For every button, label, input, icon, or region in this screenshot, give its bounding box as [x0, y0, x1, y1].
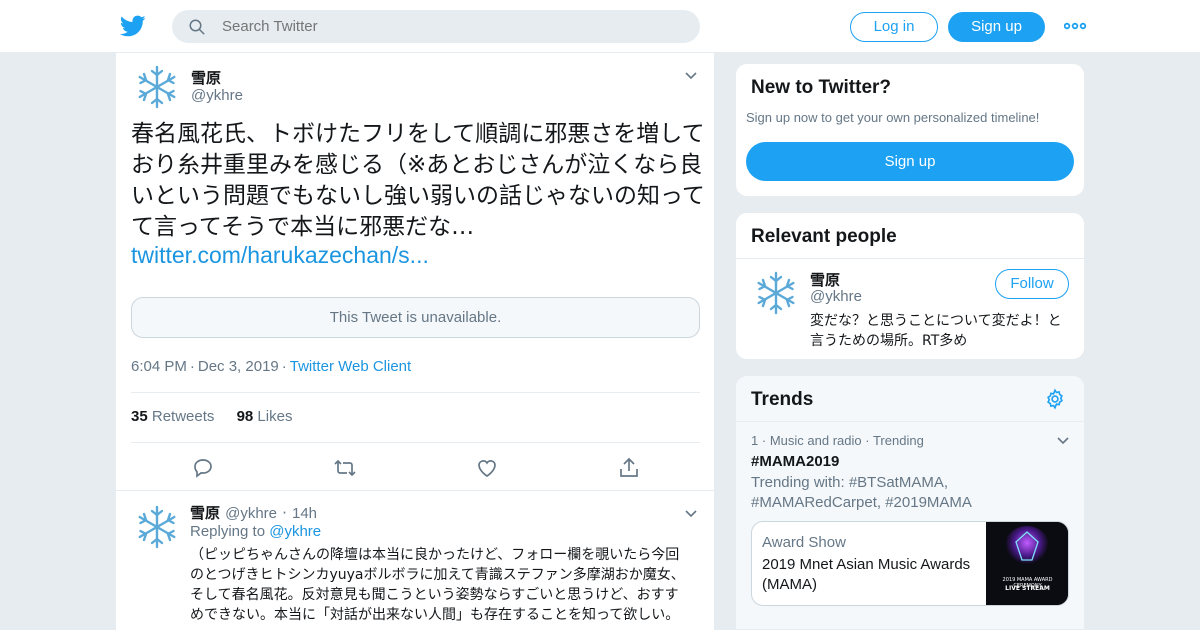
sidebar-signup-button[interactable]: Sign up	[746, 142, 1074, 181]
thumb-text-b: LIVE STREAM	[1005, 585, 1050, 592]
likes-count: 98	[236, 408, 254, 425]
tweet-time[interactable]: 6:04 PM	[131, 358, 187, 375]
chevron-down-icon[interactable]	[684, 509, 698, 519]
replying-to-handle[interactable]: @ykhre	[269, 523, 321, 540]
snowflake-avatar-icon[interactable]	[133, 63, 181, 111]
snowflake-avatar-icon[interactable]	[752, 269, 800, 317]
media-title: 2019 Mnet Asian Music Awards (MAMA)	[762, 556, 971, 593]
quoted-tweet-unavailable: This Tweet is unavailable.	[131, 297, 700, 338]
divider	[131, 442, 700, 443]
divider	[736, 421, 1084, 422]
reply-header: 雪原 @ykhre · 14h	[190, 502, 317, 523]
reply-icon[interactable]	[191, 456, 215, 480]
trend-hashtag[interactable]: #MAMA2019	[751, 453, 839, 470]
tweet-column: 雪原 @ykhre 春名風花氏、トボけたフリをして順調に邪悪さを増しており糸井重…	[115, 53, 715, 630]
media-category: Award Show	[762, 534, 846, 551]
replying-to-label: Replying to	[190, 523, 266, 540]
trend-meta: 1 · Music and radio · Trending	[751, 433, 924, 448]
relevant-people-card: Relevant people 雪原 @ykhre Follow 変だな？と思う…	[735, 212, 1085, 360]
login-button[interactable]: Log in	[850, 12, 938, 42]
trend-status: Trending	[872, 433, 924, 448]
gear-icon[interactable]	[1044, 388, 1066, 410]
retweets-count: 35	[131, 408, 148, 425]
separator-dot: ·	[865, 433, 870, 448]
likes-label: Likes	[257, 408, 293, 425]
tweet-client-link[interactable]: Twitter Web Client	[290, 358, 411, 375]
replying-to: Replying to @ykhre	[190, 523, 321, 540]
chevron-down-icon[interactable]	[1056, 436, 1070, 446]
person-name[interactable]: 雪原	[810, 269, 840, 290]
chevron-down-icon[interactable]	[684, 71, 698, 81]
divider	[131, 392, 700, 393]
search-bar[interactable]	[172, 10, 700, 43]
reply-author-handle[interactable]: @ykhre	[225, 505, 277, 522]
retweets-stat[interactable]: 35 Retweets	[131, 408, 214, 425]
retweet-icon[interactable]	[333, 456, 357, 480]
divider	[736, 258, 1084, 259]
trend-media-card[interactable]: Award Show 2019 Mnet Asian Music Awards …	[751, 521, 1069, 606]
share-icon[interactable]	[617, 456, 641, 480]
trends-title: Trends	[751, 389, 814, 410]
retweets-label: Retweets	[151, 408, 215, 425]
snowflake-avatar-icon[interactable]	[133, 503, 181, 551]
heart-icon[interactable]	[475, 456, 499, 480]
separator-dot: ·	[282, 504, 287, 522]
reply-text: （ピッピちゃんさんの降壇は本当に良かったけど、フォロー欄を覗いたら今回のとつげき…	[190, 547, 685, 623]
trends-card: Trends 1 · Music and radio · Trending #M…	[735, 375, 1085, 630]
person-bio: 変だな？と思うことについて変だよ！と言うための場所。RT多め	[810, 313, 1062, 349]
tweet-author-name[interactable]: 雪原	[191, 67, 221, 88]
search-icon	[189, 19, 205, 35]
follow-button[interactable]: Follow	[995, 269, 1069, 299]
tweet-date[interactable]: Dec 3, 2019	[198, 358, 279, 375]
likes-stat[interactable]: 98 Likes	[237, 408, 293, 425]
trend-category: Music and radio	[769, 433, 862, 448]
new-to-twitter-card: New to Twitter? Sign up now to get your …	[735, 63, 1085, 197]
tweet-text: 春名風花氏、トボけたフリをして順調に邪悪さを増しており糸井重里みを感じる（※あと…	[131, 121, 705, 240]
twitter-bird-icon[interactable]	[120, 13, 146, 39]
tweet-metadata: 6:04 PM · Dec 3, 2019 · Twitter Web Client	[131, 358, 412, 375]
search-input[interactable]	[222, 10, 682, 43]
reply-author-name[interactable]: 雪原	[190, 504, 220, 522]
mama-logo-icon	[986, 522, 1068, 605]
top-navigation-bar: Log in Sign up	[0, 0, 1200, 53]
person-handle[interactable]: @ykhre	[810, 288, 862, 305]
new-to-twitter-title: New to Twitter?	[751, 77, 892, 98]
tweet-link[interactable]: twitter.com/harukazechan/s...	[131, 242, 429, 269]
reply-age[interactable]: 14h	[292, 505, 317, 522]
signup-button[interactable]: Sign up	[948, 12, 1045, 42]
media-thumbnail[interactable]: 2019 MAMA AWARD CEREMONY LIVE STREAM	[986, 522, 1068, 605]
reply-tweet[interactable]: 雪原 @ykhre · 14h Replying to @ykhre （ピッピち…	[116, 490, 714, 630]
tweet-stats: 35 Retweets 98 Likes	[131, 408, 292, 425]
trend-rank: 1	[751, 433, 759, 448]
trending-with: Trending with: #BTSatMAMA, #MAMARedCarpe…	[751, 474, 972, 511]
relevant-people-title: Relevant people	[751, 226, 897, 247]
more-dots-icon[interactable]	[1064, 20, 1086, 32]
tweet-author-handle[interactable]: @ykhre	[191, 87, 243, 104]
separator-dot: ·	[761, 433, 767, 448]
new-to-twitter-subtitle: Sign up now to get your own personalized…	[746, 110, 1040, 125]
